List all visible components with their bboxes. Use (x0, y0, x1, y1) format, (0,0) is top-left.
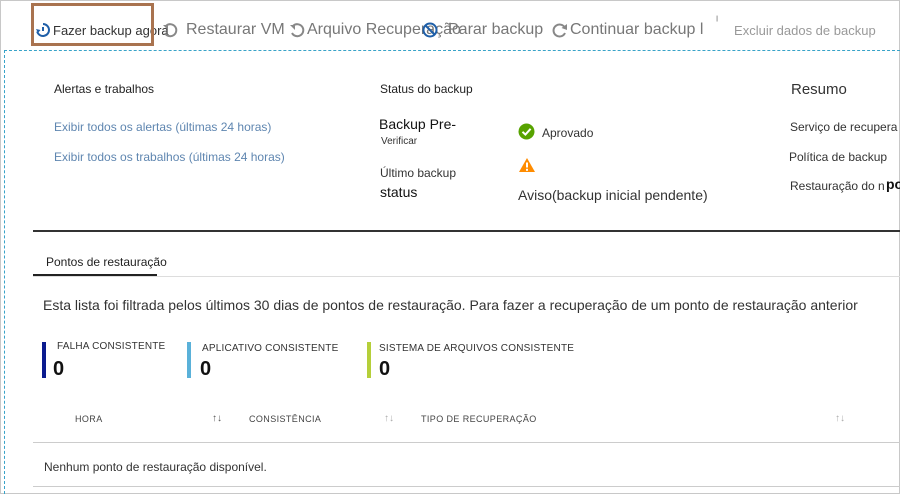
column-header-recovery-type[interactable]: TIPO DE RECUPERAÇÃO (421, 414, 537, 424)
warning-icon (519, 158, 535, 172)
crash-consistent-value: 0 (53, 358, 65, 380)
crash-consistent-bar (42, 342, 46, 378)
last-backup-label: Último backup (380, 166, 457, 180)
fs-consistent-bar (367, 342, 371, 378)
restore-icon (163, 23, 178, 38)
column-header-consistency[interactable]: CONSISTÊNCIA (249, 414, 321, 424)
stop-backup-button[interactable]: Parar backup (422, 18, 543, 42)
summary-recovery-service: Serviço de recupera (790, 120, 898, 134)
fs-consistent-label: SISTEMA DE ARQUIVOS CONSISTENTE (379, 343, 575, 354)
crash-consistent-label: FALHA CONSISTENTE (57, 341, 166, 352)
filter-info-text: Esta lista foi filtrada pelos últimos 30… (43, 297, 858, 313)
section-divider (33, 230, 900, 232)
precheck-sub: Verificar (381, 136, 418, 147)
summary-backup-policy: Política de backup (789, 150, 888, 164)
app-consistent-value: 0 (200, 358, 212, 380)
approved-check-icon (518, 123, 535, 140)
file-recovery-icon (290, 23, 305, 38)
backup-status-title: Status do backup (380, 82, 473, 96)
app-consistent-bar (187, 342, 191, 378)
resume-backup-button[interactable]: Continuar backup l (552, 18, 703, 42)
view-alerts-link[interactable]: Exibir todos os alertas (últimas 24 hora… (54, 120, 271, 134)
precheck-value: Aprovado (542, 126, 594, 140)
tab-divider (33, 276, 900, 277)
delete-backup-data-button[interactable]: ╹ Excluir dados de backup (714, 16, 876, 42)
fs-consistent-value: 0 (379, 358, 391, 380)
sort-icon[interactable]: ↑↓ (384, 413, 394, 424)
table-header-divider (33, 442, 900, 443)
restore-vm-button[interactable]: Restaurar VM (162, 18, 285, 42)
selection-border-left (4, 50, 5, 494)
summary-restore-point: Restauração do n (790, 179, 885, 193)
column-header-time[interactable]: HORA (75, 414, 103, 424)
summary-title: Resumo (791, 81, 847, 98)
empty-table-message: Nenhum ponto de restauração disponível. (44, 460, 267, 474)
tab-restore-points[interactable]: Pontos de restauração (46, 255, 167, 269)
view-jobs-link[interactable]: Exibir todos os trabalhos (últimas 24 ho… (54, 150, 285, 164)
last-backup-sub: status (380, 184, 418, 200)
selection-border-top (4, 50, 900, 51)
sort-icon[interactable]: ↑↓ (835, 413, 845, 424)
trash-icon: ╹ (714, 16, 721, 28)
resume-icon (552, 23, 567, 38)
last-backup-value: Aviso(backup inicial pendente) (518, 187, 708, 203)
alerts-title: Alertas e trabalhos (54, 82, 155, 96)
restore-vm-label: Restaurar VM (186, 21, 285, 38)
sort-desc-icon[interactable]: ↑↓ (212, 413, 222, 424)
stop-icon (422, 22, 438, 38)
resume-backup-label: Continuar backup l (570, 21, 704, 38)
stop-backup-label: Parar backup (448, 21, 544, 38)
highlight-box (31, 3, 154, 46)
table-bottom-divider (33, 486, 900, 487)
precheck-label: Backup Pre- (379, 116, 457, 132)
app-consistent-label: APLICATIVO CONSISTENTE (202, 343, 339, 354)
summary-tail-text: po (886, 176, 900, 192)
delete-backup-data-label: Excluir dados de backup (734, 22, 876, 38)
